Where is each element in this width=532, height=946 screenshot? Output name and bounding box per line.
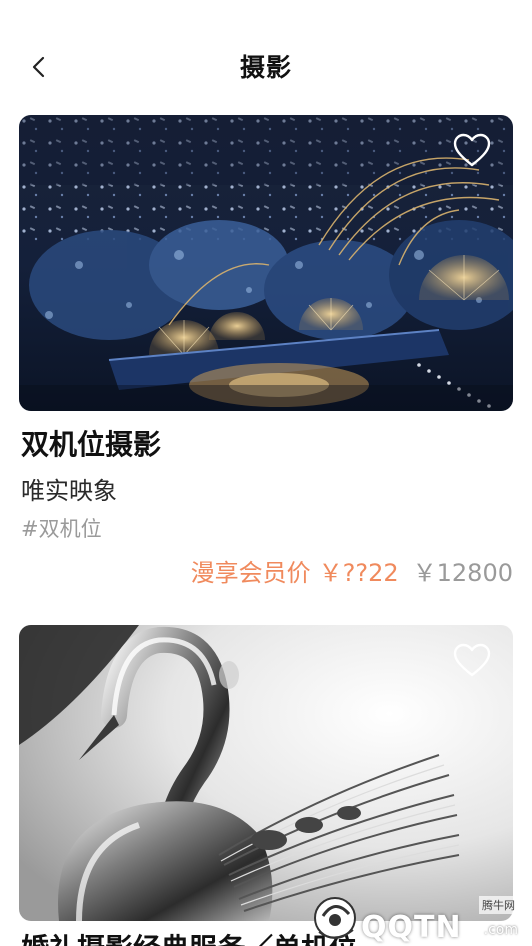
- product-card[interactable]: 婚礼摄影经典服务／单机位: [19, 625, 513, 946]
- watermark-suffix: .com: [483, 922, 518, 938]
- product-image[interactable]: [19, 115, 513, 411]
- crystal-swan-photo: [19, 625, 513, 921]
- page: 摄影 双机位摄影 唯实映象 #双机位 漫享会员价 ￥??22 ￥12800 腾牛…: [0, 0, 532, 946]
- favorite-button[interactable]: [453, 133, 491, 169]
- watermark-domain: QQTN: [361, 910, 462, 945]
- member-price: ￥??22: [318, 559, 399, 587]
- heart-outline-icon: [453, 643, 491, 677]
- product-tag[interactable]: #双机位: [21, 513, 102, 543]
- product-name: 双机位摄影: [21, 428, 162, 461]
- heart-outline-icon: [453, 133, 491, 167]
- product-image[interactable]: [19, 625, 513, 921]
- studio-name: 唯实映象: [21, 477, 117, 505]
- qqtn-logo-icon: [314, 897, 356, 939]
- member-price-label: 漫享会员价: [190, 559, 311, 587]
- watermark-site-name: 腾牛网: [479, 896, 518, 914]
- site-watermark: 腾牛网 QQTN .com: [309, 892, 524, 945]
- favorite-button[interactable]: [453, 643, 491, 679]
- page-title: 摄影: [239, 53, 292, 82]
- wedding-stage-photo: [19, 115, 513, 411]
- product-name: 婚礼摄影经典服务／单机位: [21, 927, 357, 946]
- product-card[interactable]: 双机位摄影 唯实映象 #双机位 漫享会员价 ￥??22 ￥12800: [19, 115, 513, 587]
- top-nav-bar: 摄影: [0, 0, 532, 110]
- price-row: 漫享会员价 ￥??22 ￥12800: [191, 553, 513, 588]
- original-price: ￥12800: [412, 559, 513, 587]
